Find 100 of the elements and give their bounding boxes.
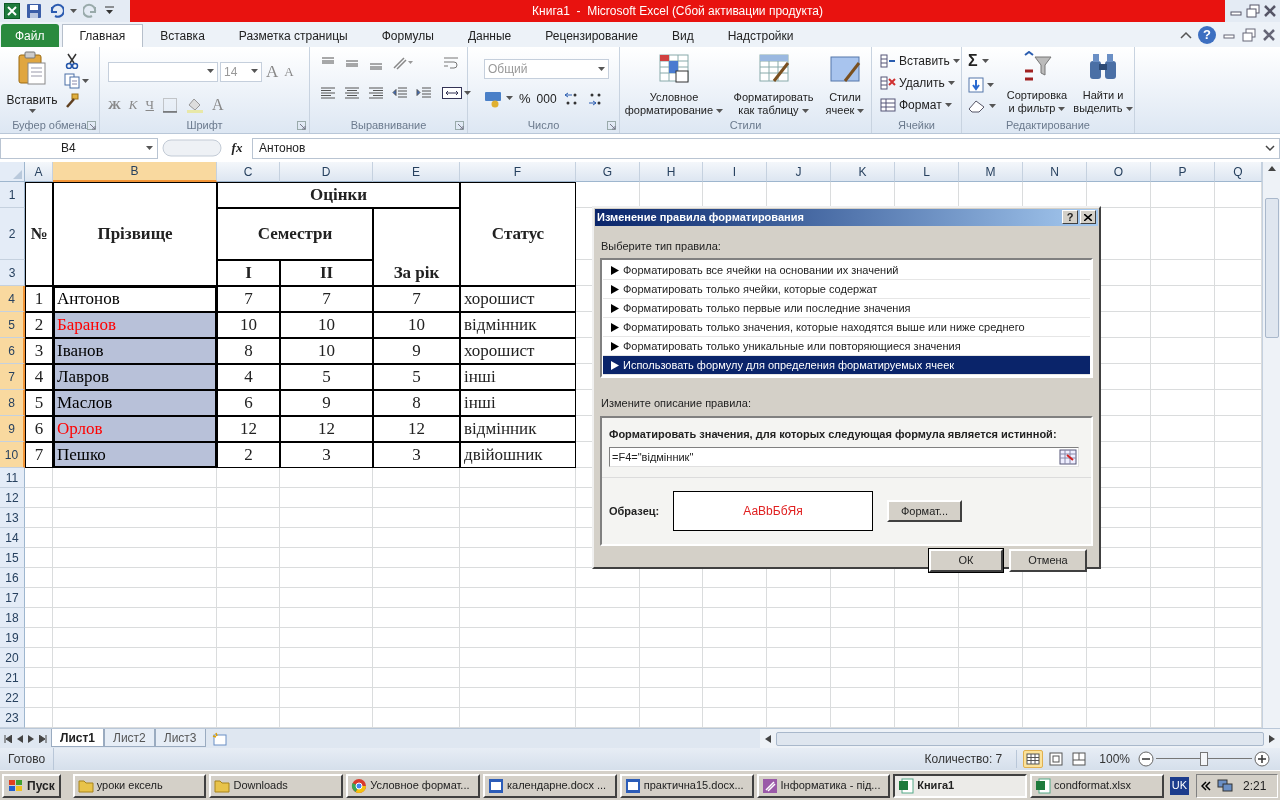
column-header[interactable]: H <box>640 162 703 182</box>
grid-cell[interactable] <box>280 628 373 648</box>
column-header[interactable]: B <box>53 162 217 182</box>
taskbar-button[interactable]: практична15.docx... <box>619 773 754 798</box>
find-select-button[interactable]: Найти и выделить <box>1072 51 1134 115</box>
network-icon[interactable] <box>1217 778 1234 793</box>
grid-cell[interactable] <box>373 528 460 548</box>
grid-cell[interactable] <box>280 488 373 508</box>
grid-cell[interactable] <box>53 548 217 568</box>
insert-cells-button[interactable]: Вставить <box>880 52 961 70</box>
close-icon[interactable] <box>1263 4 1277 18</box>
grid-cell[interactable] <box>831 688 895 708</box>
grid-cell[interactable] <box>1023 668 1087 688</box>
grid-cell[interactable] <box>959 648 1023 668</box>
grid-cell[interactable] <box>217 528 280 548</box>
ribbon-tab[interactable]: Главная <box>61 24 144 47</box>
grid-cell[interactable] <box>895 588 959 608</box>
column-header[interactable]: Q <box>1215 162 1262 182</box>
close-button[interactable] <box>1080 210 1096 225</box>
grid-cell[interactable] <box>767 608 831 628</box>
row-header[interactable]: 23 <box>0 708 25 728</box>
column-header[interactable]: G <box>576 162 640 182</box>
font-name-field[interactable] <box>108 61 218 82</box>
row-header[interactable]: 7 <box>0 364 25 390</box>
caret-icon[interactable] <box>28 109 36 114</box>
dialog-launcher-icon[interactable] <box>455 121 464 130</box>
grid-cell[interactable] <box>280 588 373 608</box>
grid-cell[interactable] <box>959 628 1023 648</box>
insert-sheet-icon[interactable] <box>211 731 228 746</box>
help-button[interactable]: ? <box>1198 25 1216 44</box>
grid-cell[interactable] <box>1151 390 1215 416</box>
grid-cell[interactable] <box>25 488 53 508</box>
save-icon[interactable] <box>26 3 42 19</box>
percent-button[interactable]: % <box>519 89 531 109</box>
grid-cell[interactable] <box>703 688 767 708</box>
grid-cell[interactable] <box>831 648 895 668</box>
caret-icon[interactable] <box>944 102 952 108</box>
dialog-launcher-icon[interactable] <box>87 121 96 130</box>
caret-icon[interactable] <box>801 108 809 114</box>
normal-view-button[interactable] <box>1023 750 1044 768</box>
ribbon-tab[interactable]: Разметка страницы <box>221 24 365 47</box>
grid-cell[interactable] <box>53 648 217 668</box>
grid-cell[interactable] <box>217 548 280 568</box>
grid-cell[interactable] <box>1151 364 1215 390</box>
grid-cell[interactable] <box>53 668 217 688</box>
first-sheet-icon[interactable] <box>4 734 12 743</box>
taskbar-button[interactable]: Інформатика - під... <box>756 773 891 798</box>
grid-cell[interactable] <box>576 648 640 668</box>
grid-cell[interactable] <box>53 508 217 528</box>
ribbon-tab[interactable]: Надстройки <box>710 24 811 47</box>
splitter-handle-icon[interactable] <box>162 139 222 157</box>
caret-icon[interactable] <box>981 58 989 64</box>
row-header[interactable]: 10 <box>0 442 25 468</box>
zoom-in-icon[interactable] <box>1254 751 1270 767</box>
currency-icon[interactable] <box>484 89 504 108</box>
grid-cell[interactable] <box>576 628 640 648</box>
sheet-tab[interactable]: Лист3 <box>154 729 206 747</box>
grid-cell[interactable] <box>1023 608 1087 628</box>
grid-cell[interactable] <box>280 688 373 708</box>
grid-cell[interactable] <box>460 568 576 588</box>
grid-cell[interactable] <box>53 568 217 588</box>
grid-cell[interactable] <box>1151 442 1215 468</box>
restore-icon[interactable] <box>1242 27 1256 42</box>
row-header[interactable]: 21 <box>0 668 25 688</box>
align-center-icon[interactable] <box>344 85 360 101</box>
grid-cell[interactable] <box>640 688 703 708</box>
grid-cell[interactable] <box>1151 488 1215 508</box>
grid-cell[interactable] <box>280 508 373 528</box>
grid-cell[interactable] <box>576 688 640 708</box>
column-header[interactable]: F <box>460 162 576 182</box>
ribbon-tab[interactable]: Формулы <box>364 24 451 47</box>
row-header[interactable]: 14 <box>0 528 25 548</box>
column-header[interactable]: L <box>895 162 959 182</box>
rule-type-item[interactable]: Форматировать все ячейки на основании их значений <box>603 261 1090 280</box>
formula-field[interactable]: Антонов <box>252 137 1280 159</box>
format-painter-icon[interactable] <box>64 93 80 109</box>
grid-cell[interactable] <box>1087 608 1151 628</box>
row-header[interactable]: 19 <box>0 628 25 648</box>
horizontal-scrollbar[interactable] <box>760 729 1280 748</box>
grid-cell[interactable] <box>1151 208 1215 260</box>
ribbon-tab[interactable]: Рецензирование <box>528 24 655 47</box>
grid-cell[interactable] <box>959 668 1023 688</box>
conditional-formatting-button[interactable]: Условное форматирование <box>622 53 726 117</box>
decrease-indent-icon[interactable] <box>392 85 408 101</box>
column-header[interactable]: I <box>703 162 767 182</box>
grid-cell[interactable] <box>460 688 576 708</box>
fill-down-icon[interactable] <box>968 77 984 93</box>
grid-cell[interactable] <box>25 648 53 668</box>
ribbon-tab[interactable]: Вставка <box>143 24 222 47</box>
grid-cell[interactable] <box>460 608 576 628</box>
increase-indent-icon[interactable] <box>416 85 432 101</box>
name-box[interactable]: B4 <box>0 137 158 159</box>
grid-cell[interactable] <box>640 588 703 608</box>
insert-function-button[interactable]: fx <box>226 138 248 158</box>
grid-cell[interactable] <box>53 628 217 648</box>
scroll-left-icon[interactable] <box>764 733 772 744</box>
column-header[interactable]: O <box>1087 162 1151 182</box>
wrap-text-icon[interactable] <box>442 55 460 71</box>
caret-icon[interactable] <box>1125 106 1133 112</box>
grid-cell[interactable] <box>895 628 959 648</box>
